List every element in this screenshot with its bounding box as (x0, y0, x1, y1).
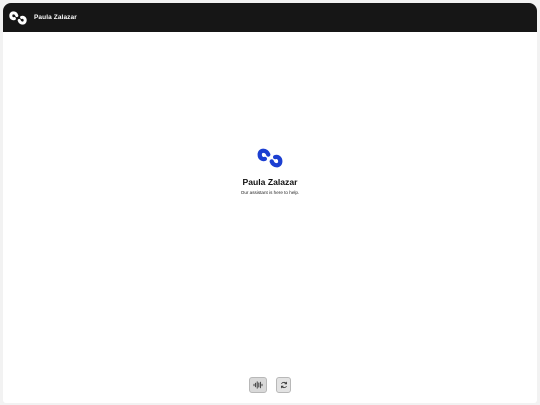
assistant-name: Paula Zalazar (242, 177, 298, 187)
header-title: Paula Zalazar (34, 14, 77, 21)
audio-waveform-icon (253, 381, 263, 389)
top-bar: Paula Zalazar (3, 3, 537, 32)
voice-button[interactable] (249, 377, 267, 393)
welcome-panel: Paula Zalazar Our assistant is here to h… (3, 146, 537, 195)
assistant-tagline: Our assistant is here to help. (240, 190, 300, 195)
app-window: Paula Zalazar Paula Zalazar Our assistan… (3, 3, 537, 403)
refresh-button[interactable] (276, 377, 291, 393)
swirl-logo-icon (9, 10, 27, 25)
swirl-logo-icon (257, 148, 283, 168)
refresh-icon (280, 381, 287, 389)
bottom-controls (249, 377, 291, 393)
